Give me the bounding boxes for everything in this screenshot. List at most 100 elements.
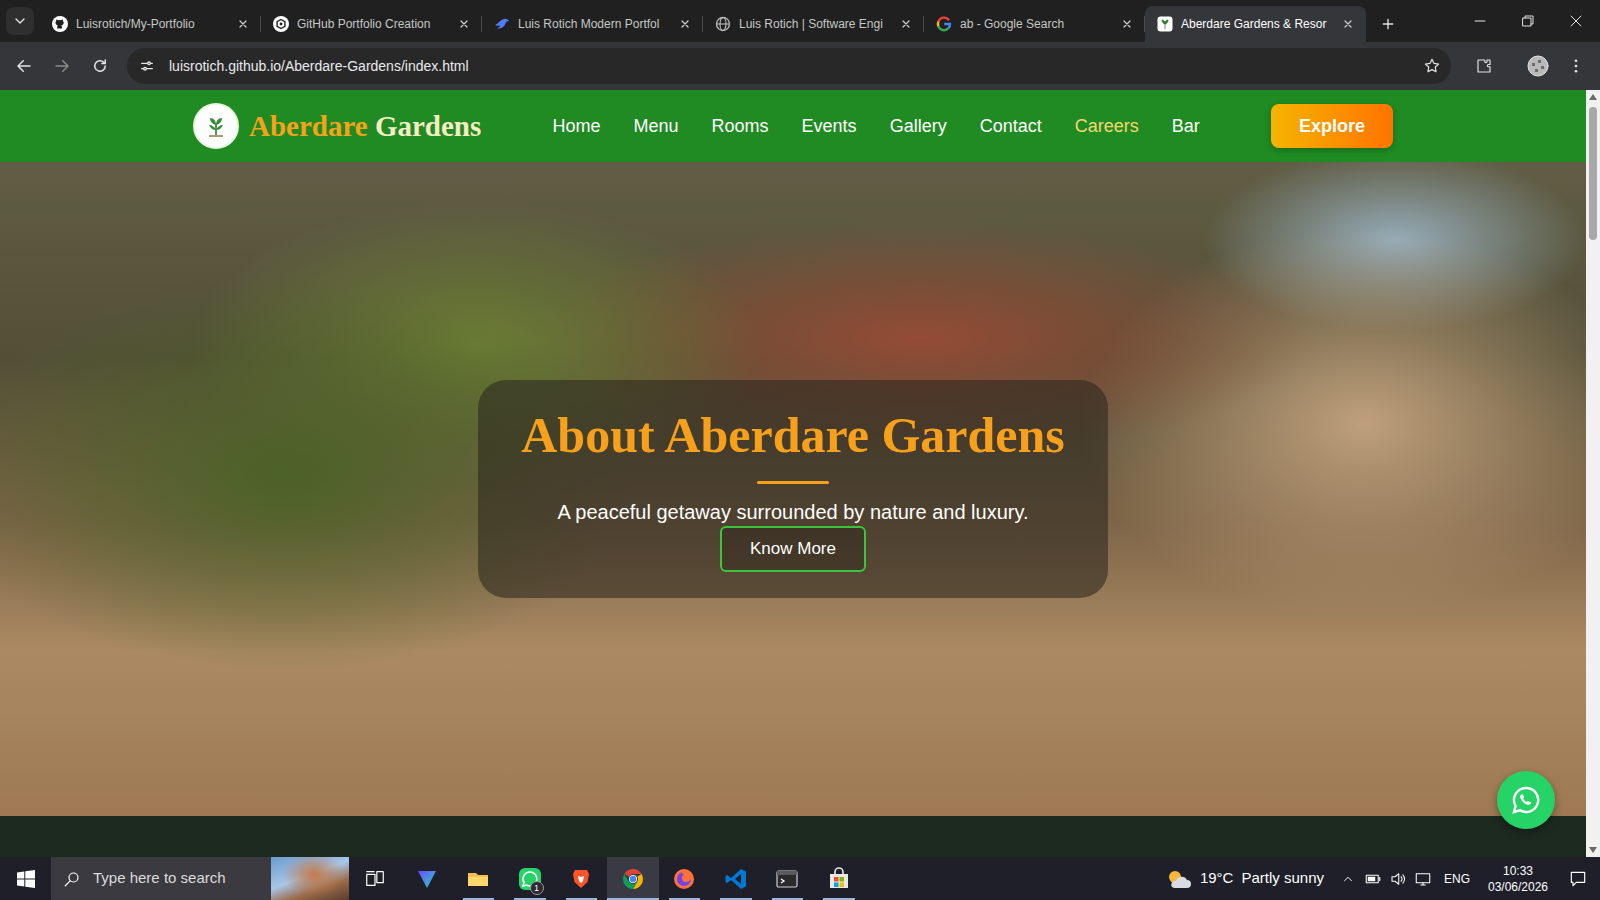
new-tab-button[interactable] <box>1374 10 1402 38</box>
windows-logo-icon <box>17 870 35 888</box>
nav-link[interactable]: Bar <box>1172 116 1200 136</box>
browser-toolbar: luisrotich.github.io/Aberdare-Gardens/in… <box>0 42 1600 90</box>
nav-item: Events <box>802 113 857 140</box>
taskbar-app[interactable] <box>762 857 814 900</box>
nav-link[interactable]: Menu <box>634 116 679 136</box>
forward-button[interactable] <box>45 49 79 83</box>
close-tab-icon[interactable] <box>1340 16 1356 32</box>
close-tab-icon[interactable] <box>235 16 251 32</box>
running-indicator <box>823 898 855 900</box>
close-tab-icon[interactable] <box>898 16 914 32</box>
favicon-icon <box>52 16 68 32</box>
restore-icon <box>1522 15 1534 27</box>
nav-link[interactable]: Home <box>553 116 601 136</box>
search-input[interactable] <box>91 866 261 891</box>
input-language[interactable]: ENG <box>1436 857 1480 900</box>
store-icon <box>827 867 851 891</box>
site-brand[interactable]: Aberdare Gardens <box>193 103 481 149</box>
bookmark-star-icon[interactable] <box>1423 57 1441 75</box>
scroll-up-button[interactable] <box>1586 90 1600 104</box>
browser-tab[interactable]: Luisrotich/My-Portfolio <box>40 6 261 42</box>
running-indicator <box>669 898 701 900</box>
running-indicator <box>463 898 495 900</box>
battery-button[interactable] <box>1361 857 1386 900</box>
restore-button[interactable] <box>1504 0 1552 42</box>
chevron-down-icon <box>12 13 28 29</box>
nav-item: Home <box>553 113 601 140</box>
close-tab-icon[interactable] <box>456 16 472 32</box>
nav-link[interactable]: Gallery <box>890 116 947 136</box>
know-more-button[interactable]: Know More <box>720 526 866 572</box>
explore-button[interactable]: Explore <box>1271 104 1393 148</box>
nav-link[interactable]: Careers <box>1075 116 1139 136</box>
reload-button[interactable] <box>83 49 117 83</box>
nav-item: Gallery <box>890 113 947 140</box>
weather-widget[interactable]: 19°CPartly sunny <box>1156 857 1336 900</box>
taskbar-app[interactable] <box>710 857 762 900</box>
page-section <box>0 816 1586 857</box>
scroll-thumb[interactable] <box>1589 107 1597 240</box>
explorer-icon <box>466 867 490 891</box>
task-view-icon <box>364 868 386 890</box>
browser-viewport: Aberdare Gardens Home Menu Rooms Events Galle… <box>0 90 1600 857</box>
tab-title: Aberdare Gardens & Resor <box>1181 16 1332 32</box>
nav-link[interactable]: Contact <box>980 116 1042 136</box>
brand-name: Aberdare Gardens <box>249 109 481 144</box>
nav-links: Home Menu Rooms Events Gallery Contact Careers… <box>553 113 1200 140</box>
browser-tab[interactable]: ab - Google Search <box>924 6 1145 42</box>
minimize-button[interactable] <box>1456 0 1504 42</box>
whatsapp-chat-button[interactable] <box>1497 771 1555 829</box>
taskbar-app[interactable] <box>453 857 505 900</box>
action-center-button[interactable] <box>1556 857 1600 900</box>
tab-title: GitHub Portfolio Creation <box>297 16 448 32</box>
running-indicator <box>720 898 752 900</box>
profile-button[interactable] <box>1521 49 1555 83</box>
close-tab-icon[interactable] <box>677 16 693 32</box>
site-navbar: Aberdare Gardens Home Menu Rooms Events Galle… <box>0 90 1586 162</box>
running-indicator <box>566 898 598 900</box>
browser-tab[interactable]: Aberdare Gardens & Resor <box>1145 6 1366 42</box>
search-highlight-picture[interactable] <box>271 857 349 900</box>
taskbar-app[interactable] <box>556 857 608 900</box>
taskbar-app[interactable] <box>401 857 453 900</box>
taskbar-app[interactable] <box>607 857 659 900</box>
taskbar-app[interactable] <box>813 857 865 900</box>
url-text[interactable]: luisrotich.github.io/Aberdare-Gardens/in… <box>169 56 1423 77</box>
taskbar-app[interactable] <box>659 857 711 900</box>
extensions-button[interactable] <box>1467 49 1501 83</box>
network-button[interactable] <box>1411 857 1436 900</box>
nav-link[interactable]: Events <box>802 116 857 136</box>
taskbar-search[interactable] <box>51 857 349 900</box>
hidden-icons-button[interactable] <box>1336 857 1361 900</box>
back-button[interactable] <box>7 49 41 83</box>
start-button[interactable] <box>0 857 51 900</box>
nav-link[interactable]: Rooms <box>712 116 769 136</box>
close-button[interactable] <box>1552 0 1600 42</box>
browser-tab[interactable]: GitHub Portfolio Creation <box>261 6 482 42</box>
tune-icon <box>139 58 155 74</box>
system-tray: 19°CPartly sunny ENG10:3303/06/2026 <box>1156 857 1600 900</box>
scrollbar[interactable] <box>1586 90 1600 857</box>
tab-search-button[interactable] <box>6 7 34 35</box>
navbar-inner: Aberdare Gardens Home Menu Rooms Events Galle… <box>193 103 1393 149</box>
taskbar-app[interactable]: 1 <box>504 857 556 900</box>
firefox-icon <box>672 867 696 891</box>
browser-tab[interactable]: Luis Rotich | Software Engi <box>703 6 924 42</box>
browser-tab[interactable]: Luis Rotich Modern Portfol <box>482 6 703 42</box>
volume-button[interactable] <box>1386 857 1411 900</box>
notification-icon <box>1568 869 1588 889</box>
task-view-button[interactable] <box>349 857 401 900</box>
scroll-down-button[interactable] <box>1586 843 1600 857</box>
speaker-icon <box>1389 870 1407 888</box>
close-tab-icon[interactable] <box>1119 16 1135 32</box>
nav-item: Rooms <box>712 113 769 140</box>
clock[interactable]: 10:3303/06/2026 <box>1480 857 1556 900</box>
site-info-button[interactable] <box>133 52 161 80</box>
forward-arrow-icon <box>53 57 71 75</box>
address-bar[interactable]: luisrotich.github.io/Aberdare-Gardens/in… <box>127 48 1451 84</box>
tab-title: Luisrotich/My-Portfolio <box>76 16 227 32</box>
favicon-icon <box>494 16 510 32</box>
browser-menu-button[interactable] <box>1559 49 1593 83</box>
tab-strip: Luisrotich/My-Portfolio GitHub Portfolio … <box>0 0 1600 42</box>
tab-title: Luis Rotich Modern Portfol <box>518 16 669 32</box>
